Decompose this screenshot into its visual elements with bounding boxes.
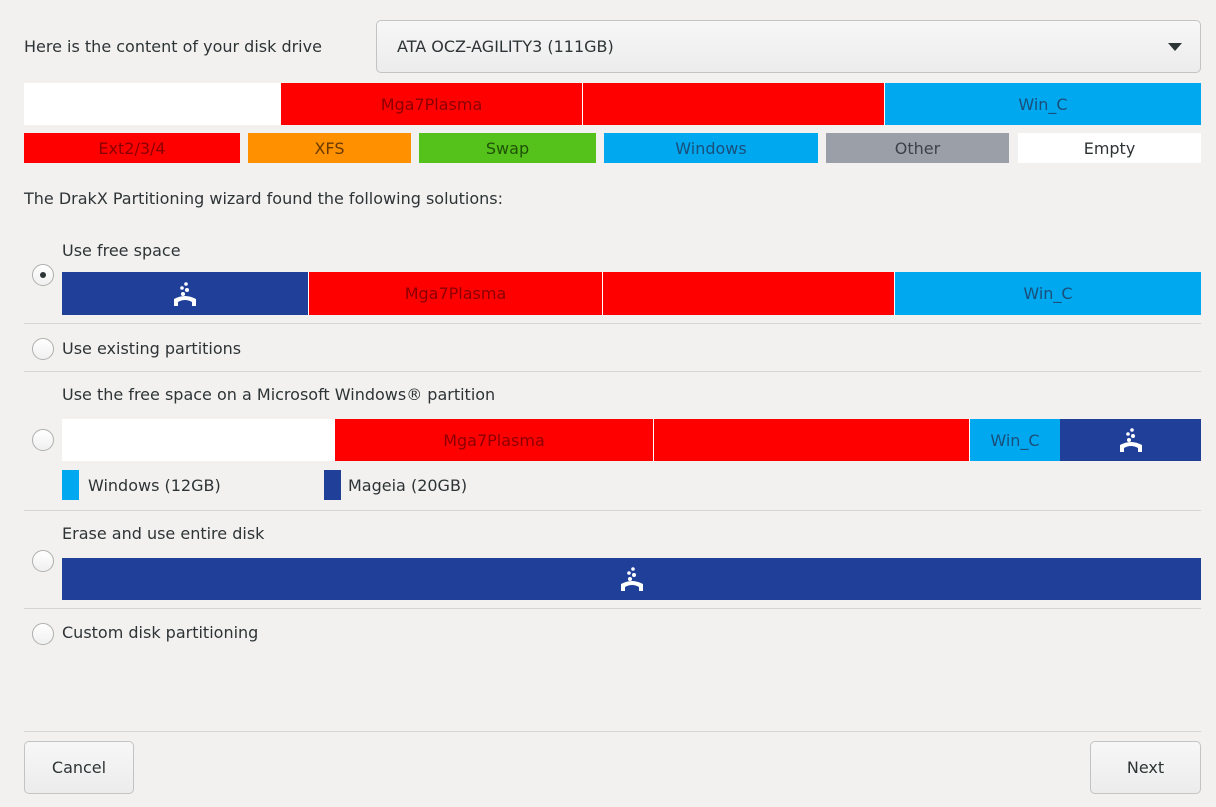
- option-existing-label[interactable]: Use existing partitions: [62, 338, 241, 360]
- radio-free-space[interactable]: [32, 264, 54, 286]
- option-custom-label[interactable]: Custom disk partitioning: [62, 622, 258, 644]
- partition-mga7plasma: Mga7Plasma: [334, 419, 653, 461]
- partition-mageia: [62, 272, 308, 315]
- erase-partition-bar: [62, 558, 1201, 600]
- partition-mageia[interactable]: [1060, 419, 1201, 461]
- separator: [24, 323, 1201, 324]
- windows-size-label: Windows (12GB): [88, 476, 221, 495]
- partition-win-c[interactable]: Win_C: [969, 419, 1060, 461]
- separator: [24, 731, 1201, 732]
- radio-windows-free[interactable]: [32, 429, 54, 451]
- current-partition-bar: Mga7Plasma Win_C: [24, 83, 1201, 125]
- option-free-space-label[interactable]: Use free space: [62, 240, 181, 262]
- partition-empty: [24, 83, 280, 125]
- partition-mageia: [62, 558, 1201, 600]
- separator: [24, 608, 1201, 609]
- partition-empty: [62, 419, 334, 461]
- partition-ext: [602, 272, 894, 315]
- partition-win-c: Win_C: [884, 83, 1201, 125]
- separator: [24, 510, 1201, 511]
- radio-custom[interactable]: [32, 623, 54, 645]
- mageia-logo-icon: [174, 281, 196, 306]
- legend-xfs: XFS: [248, 133, 411, 163]
- partition-win-c: Win_C: [894, 272, 1201, 315]
- partition-mga7plasma: Mga7Plasma: [280, 83, 582, 125]
- wizard-message: The DrakX Partitioning wizard found the …: [24, 189, 504, 208]
- radio-existing[interactable]: [32, 338, 54, 360]
- drive-select[interactable]: ATA OCZ-AGILITY3 (111GB): [376, 20, 1201, 73]
- legend-other: Other: [826, 133, 1009, 163]
- drive-select-value: ATA OCZ-AGILITY3 (111GB): [397, 37, 614, 56]
- option-erase-label[interactable]: Erase and use entire disk: [62, 523, 264, 545]
- mageia-size-swatch: [324, 470, 341, 500]
- partition-mga7plasma: Mga7Plasma: [308, 272, 602, 315]
- chevron-down-icon: [1168, 43, 1182, 51]
- free-space-partition-bar: Mga7Plasma Win_C: [62, 272, 1201, 315]
- windows-free-partition-bar: Mga7Plasma Win_C: [62, 419, 1201, 461]
- legend-windows: Windows: [604, 133, 818, 163]
- partition-ext: [653, 419, 969, 461]
- radio-selected-dot: [40, 272, 46, 278]
- cancel-button[interactable]: Cancel: [24, 741, 134, 794]
- next-button[interactable]: Next: [1090, 741, 1201, 794]
- legend-empty: Empty: [1018, 133, 1201, 163]
- radio-erase[interactable]: [32, 550, 54, 572]
- legend-ext: Ext2/3/4: [24, 133, 240, 163]
- mageia-logo-icon: [1119, 428, 1142, 452]
- legend-swap: Swap: [419, 133, 596, 163]
- drive-label: Here is the content of your disk drive: [24, 37, 322, 56]
- mageia-size-label: Mageia (20GB): [348, 476, 468, 495]
- partition-ext: [582, 83, 884, 125]
- windows-size-swatch: [62, 470, 79, 500]
- filesystem-legend: Ext2/3/4 XFS Swap Windows Other Empty: [24, 133, 1201, 163]
- separator: [24, 371, 1201, 372]
- option-windows-free-label[interactable]: Use the free space on a Microsoft Window…: [62, 384, 495, 406]
- mageia-logo-icon: [620, 567, 643, 591]
